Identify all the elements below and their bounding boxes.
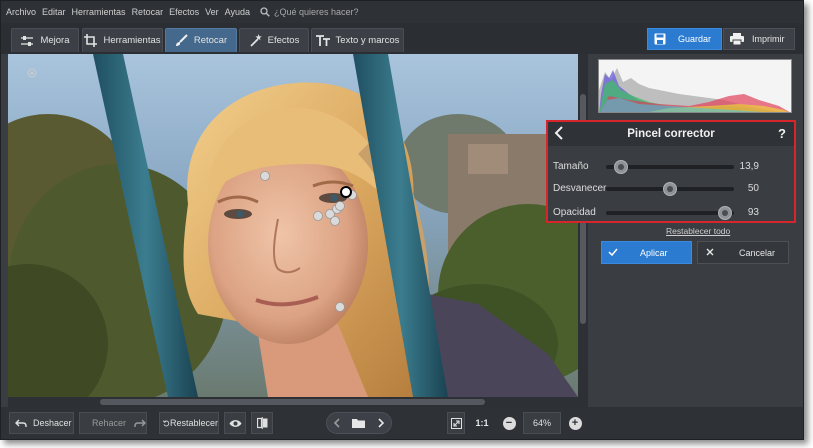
search-icon <box>260 7 270 17</box>
menu-ver[interactable]: Ver <box>205 7 219 17</box>
redo-icon <box>134 419 146 427</box>
slider-knob[interactable] <box>614 160 629 174</box>
zoom-actual-size[interactable]: 1:1 <box>474 412 490 434</box>
save-button[interactable]: Guardar <box>647 28 722 50</box>
tab-herramientas[interactable]: Herramientas <box>82 28 163 52</box>
tab-texto-y-marcos[interactable]: Texto y marcos <box>311 28 404 52</box>
undo-label: Deshacer <box>33 418 72 428</box>
save-label: Guardar <box>678 34 712 44</box>
restore-icon <box>163 419 170 426</box>
menu-retocar[interactable]: Retocar <box>132 7 164 17</box>
tab-label: Efectos <box>267 35 300 46</box>
healing-brush-panel: Pincel corrector ? Tamaño 13,9 Desvanece… <box>546 120 796 223</box>
folder-icon[interactable] <box>352 418 366 428</box>
scrollbar-thumb[interactable] <box>100 399 485 405</box>
search-placeholder: ¿Qué quieres hacer? <box>273 7 359 17</box>
check-icon <box>608 248 618 258</box>
close-icon <box>706 248 714 258</box>
horizontal-scrollbar[interactable] <box>8 397 588 407</box>
fit-screen-icon <box>450 417 462 429</box>
menu-herramientas[interactable]: Herramientas <box>72 7 126 17</box>
vertical-scrollbar[interactable] <box>578 54 588 397</box>
image-navigation <box>326 412 392 434</box>
photo-editor-window: Archivo Editar Herramientas Retocar Efec… <box>0 0 804 440</box>
plus-icon: + <box>568 416 582 430</box>
fit-to-screen-button[interactable] <box>447 412 465 434</box>
menu-efectos[interactable]: Efectos <box>169 7 199 17</box>
slider-desvanecer: Desvanecer 50 <box>548 178 794 198</box>
reset-all-link[interactable]: Restablecer todo <box>666 226 730 236</box>
slider-track[interactable] <box>606 206 734 220</box>
cancel-label: Cancelar <box>739 247 776 258</box>
print-label: Imprimir <box>752 34 785 44</box>
undo-button[interactable]: Deshacer <box>9 412 74 434</box>
tool-panel-header: Pincel corrector ? <box>548 122 794 146</box>
redo-button[interactable]: Rehacer <box>79 412 147 434</box>
apply-button[interactable]: Aplicar <box>601 241 692 264</box>
tab-label: Mejora <box>40 35 70 46</box>
floppy-disk-icon <box>654 33 666 45</box>
print-button[interactable]: Imprimir <box>723 28 795 50</box>
redo-label: Rehacer <box>92 418 127 428</box>
brush-icon <box>175 34 188 46</box>
help-icon[interactable]: ? <box>778 126 786 141</box>
restore-label: Restablecer <box>169 418 218 428</box>
tab-label: Retocar <box>193 35 228 46</box>
sliders-icon <box>21 35 34 46</box>
menu-editar[interactable]: Editar <box>42 7 66 17</box>
zoom-level-field[interactable]: 64% <box>523 412 561 434</box>
slider-opacidad: Opacidad 93 <box>548 202 794 222</box>
restore-button[interactable]: Restablecer <box>159 412 219 434</box>
zoom-out-button[interactable]: − <box>501 412 517 434</box>
cancel-button[interactable]: Cancelar <box>697 241 789 264</box>
photo-image <box>8 54 578 397</box>
undo-icon <box>15 419 27 427</box>
search-box[interactable]: ¿Qué quieres hacer? <box>260 7 359 17</box>
back-arrow-icon[interactable] <box>554 125 564 144</box>
text-icon <box>315 35 330 46</box>
slider-value: 50 <box>747 182 759 194</box>
tab-efectos[interactable]: Efectos <box>239 28 309 52</box>
slider-label: Tamaño <box>553 160 589 172</box>
menu-ayuda[interactable]: Ayuda <box>225 7 250 17</box>
slider-label: Desvanecer <box>553 182 607 194</box>
tab-retocar[interactable]: Retocar <box>165 28 237 52</box>
magic-wand-icon <box>250 34 262 47</box>
compare-icon <box>256 417 267 429</box>
photo-canvas[interactable] <box>8 54 578 397</box>
main-toolbar: Mejora Herramientas Retocar Efectos Text… <box>1 23 803 54</box>
slider-track[interactable] <box>606 182 734 196</box>
minus-icon: − <box>502 416 516 430</box>
slider-track[interactable] <box>606 160 734 174</box>
menu-bar: Archivo Editar Herramientas Retocar Efec… <box>1 1 803 23</box>
tab-mejora[interactable]: Mejora <box>11 28 79 52</box>
tab-label: Texto y marcos <box>335 35 400 46</box>
printer-icon <box>730 33 744 45</box>
slider-tamano: Tamaño 13,9 <box>548 156 794 176</box>
slider-label: Opacidad <box>553 206 596 218</box>
slider-value: 13,9 <box>739 160 759 172</box>
histogram <box>598 59 792 113</box>
eye-icon <box>229 419 241 427</box>
chevron-left-icon[interactable] <box>333 418 340 428</box>
slider-knob[interactable] <box>663 182 677 196</box>
tool-panel-title: Pincel corrector <box>627 128 715 140</box>
chevron-right-icon[interactable] <box>378 418 385 428</box>
tab-label: Herramientas <box>103 35 161 46</box>
zoom-in-button[interactable]: + <box>567 412 583 434</box>
menu-archivo[interactable]: Archivo <box>6 7 36 17</box>
compare-button[interactable] <box>251 412 273 434</box>
crop-icon <box>84 34 98 47</box>
bottom-toolbar: Deshacer Rehacer Restablecer 1:1 − 64% + <box>1 407 803 439</box>
apply-label: Aplicar <box>640 247 668 258</box>
slider-value: 93 <box>747 206 759 218</box>
preview-button[interactable] <box>224 412 246 434</box>
